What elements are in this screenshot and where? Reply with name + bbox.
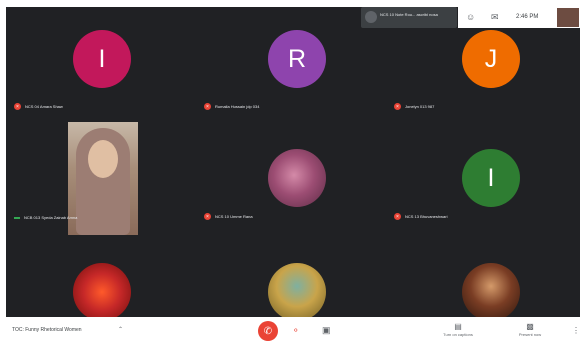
- participant-tile[interactable]: I × NCS 04 Amara Shaw: [11, 12, 196, 112]
- mic-off-icon[interactable]: ⚬: [292, 325, 300, 336]
- participant-name: × Rumaila Hussain jdp 034: [204, 103, 259, 110]
- participant-name: NCB 013 Syeda Zainab Amna: [14, 215, 77, 220]
- captions-button[interactable]: ▤ Turn on captions: [440, 322, 476, 337]
- participant-avatar: I: [462, 149, 520, 207]
- mic-off-icon: ×: [204, 103, 211, 110]
- participant-tile[interactable]: [11, 247, 196, 317]
- present-icon: ▩: [526, 322, 534, 331]
- meeting-stage: NCS 10 Note Rou... ascribi nosa ☺ ✉ 2:46…: [6, 7, 580, 317]
- participant-avatar: J: [462, 30, 520, 88]
- participant-tile[interactable]: [201, 247, 386, 317]
- mic-off-icon: ×: [14, 103, 21, 110]
- captions-icon: ▤: [454, 322, 462, 331]
- camera-icon[interactable]: ▣: [322, 325, 331, 336]
- mic-off-icon: ×: [394, 103, 401, 110]
- participant-video: [68, 122, 138, 235]
- meeting-name[interactable]: TOC: Funny Rhetorical Women: [12, 327, 82, 333]
- participant-tile[interactable]: R × Rumaila Hussain jdp 034: [201, 12, 386, 112]
- participant-avatar-photo: [268, 149, 326, 207]
- participant-tile[interactable]: × NCS 10 Umme Rana: [201, 122, 386, 222]
- chevron-up-icon[interactable]: ⌃: [118, 326, 123, 333]
- participant-avatar-photo: [268, 263, 326, 317]
- participant-name: × NCS 04 Amara Shaw: [14, 103, 63, 110]
- video-face: [88, 140, 118, 178]
- present-button[interactable]: ▩ Present now: [512, 322, 548, 337]
- participant-name: × NCS 13 Bhuvaneshwari: [394, 213, 447, 220]
- bottom-control-bar: TOC: Funny Rhetorical Women ⌃ ✆ ⚬ ▣ ▤ Tur…: [0, 318, 585, 344]
- participant-avatar-photo: [462, 263, 520, 317]
- end-call-button[interactable]: ✆: [258, 321, 278, 341]
- participant-name: × Jonelyn 013 987: [394, 103, 434, 110]
- participant-avatar-photo: [73, 263, 131, 317]
- mic-off-icon: ×: [204, 213, 211, 220]
- participant-name: × NCS 10 Umme Rana: [204, 213, 253, 220]
- mic-off-icon: ×: [394, 213, 401, 220]
- participant-tile[interactable]: [391, 247, 576, 317]
- participant-tile[interactable]: J × Jonelyn 013 987: [391, 12, 576, 112]
- speaking-indicator: [14, 216, 20, 219]
- participant-tile[interactable]: I × NCS 13 Bhuvaneshwari: [391, 122, 576, 222]
- participant-avatar: R: [268, 30, 326, 88]
- participant-avatar: I: [73, 30, 131, 88]
- phone-icon: ✆: [263, 325, 273, 337]
- more-options-icon[interactable]: ⋮: [572, 326, 580, 335]
